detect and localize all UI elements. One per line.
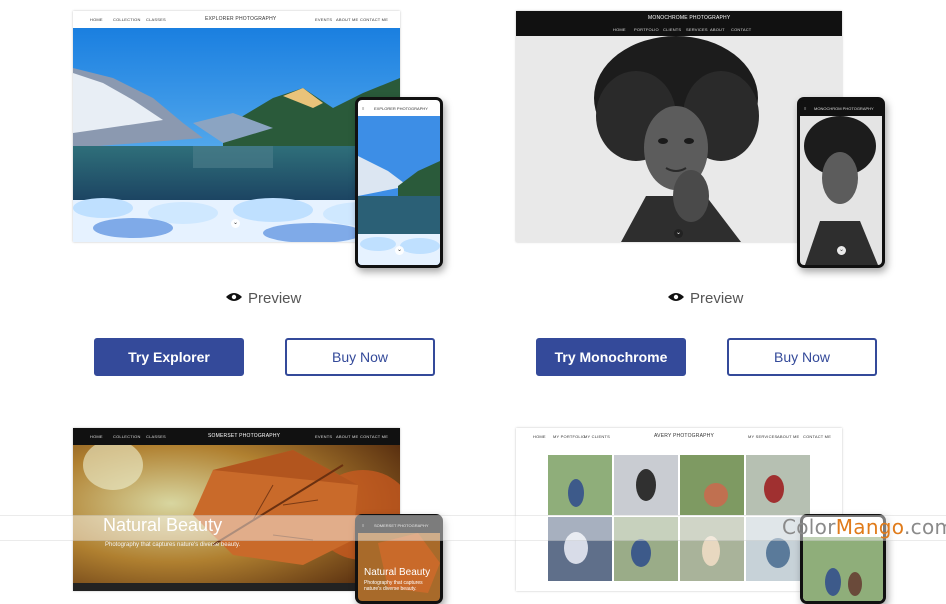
chevron-down-icon[interactable]: ⌄ (674, 229, 683, 238)
explorer-phone-mockup: ≡ EXPLORER PHOTOGRAPHY ⌄ (355, 97, 443, 268)
chevron-down-icon[interactable]: ⌄ (395, 246, 404, 255)
eye-icon (668, 293, 684, 301)
monochrome-desktop-nav: MONOCHROME PHOTOGRAPHY HOME PORTFOLIO CL… (516, 11, 842, 36)
try-explorer-button[interactable]: Try Explorer (94, 338, 244, 376)
explorer-phone-screen: ≡ EXPLORER PHOTOGRAPHY ⌄ (358, 100, 440, 265)
watermark-part3: .com (904, 515, 946, 539)
nav-item: HOME (613, 27, 626, 32)
preview-label: Preview (248, 290, 302, 307)
nav-item: CONTACT (731, 27, 752, 32)
nav-item: ABOUT ME (336, 17, 359, 22)
somerset-phone-tagline: Photography that captures nature's diver… (364, 580, 423, 592)
monochrome-phone-brand: MONOCHROM PHOTOGRAPHY (814, 106, 874, 111)
nav-item: COLLECTION (113, 17, 141, 22)
eye-icon (226, 293, 242, 301)
nav-item: CONTACT ME (360, 434, 389, 439)
nav-item: EVENTS (315, 434, 333, 439)
colormango-watermark: ColorMango.com (782, 515, 946, 541)
nav-item: ABOUT (710, 27, 725, 32)
monochrome-phone-bar: ≡ MONOCHROM PHOTOGRAPHY (800, 100, 882, 116)
menu-icon[interactable]: ≡ (362, 106, 364, 111)
phone-family-photo (803, 537, 883, 601)
nav-item: PORTFOLIO (634, 27, 659, 32)
nav-item: EVENTS (315, 17, 333, 22)
nav-item: ABOUT ME (777, 434, 800, 439)
explorer-preview-link[interactable]: Preview (226, 290, 316, 310)
watermark-part2: Mango (835, 515, 904, 539)
menu-icon[interactable]: ≡ (804, 106, 806, 111)
somerset-desktop-nav: HOME COLLECTION CLASSES SOMERSET PHOTOGR… (73, 428, 400, 445)
nav-item: CLASSES (146, 17, 166, 22)
nav-item: ABOUT ME (336, 434, 359, 439)
explorer-desktop-mockup: HOME COLLECTION CLASSES EXPLORER PHOTOGR… (73, 11, 400, 242)
buy-monochrome-button[interactable]: Buy Now (727, 338, 877, 376)
chevron-down-icon[interactable]: ⌄ (231, 219, 240, 228)
avery-brand: AVERY PHOTOGRAPHY (654, 433, 714, 439)
avery-desktop-nav: HOME MY PORTFOLIO MY CLIENTS AVERY PHOTO… (516, 428, 842, 445)
nav-item: SERVICES (686, 27, 708, 32)
nav-item: MY SERVICES (748, 434, 778, 439)
phone-portrait-photo (800, 116, 882, 265)
avery-desktop-mockup: HOME MY PORTFOLIO MY CLIENTS AVERY PHOTO… (516, 428, 842, 591)
monochrome-brand: MONOCHROME PHOTOGRAPHY (648, 15, 731, 21)
explorer-brand: EXPLORER PHOTOGRAPHY (205, 16, 277, 22)
preview-label: Preview (690, 290, 744, 307)
explorer-phone-bar: ≡ EXPLORER PHOTOGRAPHY (358, 100, 440, 116)
nav-item: CONTACT ME (360, 17, 389, 22)
explorer-phone-brand: EXPLORER PHOTOGRAPHY (374, 106, 428, 111)
portrait-photo (516, 36, 842, 242)
chevron-down-icon[interactable]: ⌄ (837, 246, 846, 255)
somerset-desktop-mockup: HOME COLLECTION CLASSES SOMERSET PHOTOGR… (73, 428, 400, 591)
somerset-brand: SOMERSET PHOTOGRAPHY (208, 433, 281, 439)
monochrome-desktop-mockup: MONOCHROME PHOTOGRAPHY HOME PORTFOLIO CL… (516, 11, 842, 242)
monochrome-phone-screen: ≡ MONOCHROM PHOTOGRAPHY ⌄ (800, 100, 882, 265)
nav-item: MY PORTFOLIO (553, 434, 586, 439)
nav-item: MY CLIENTS (584, 434, 610, 439)
nav-item: HOME (90, 17, 103, 22)
buy-explorer-button[interactable]: Buy Now (285, 338, 435, 376)
nav-item: COLLECTION (113, 434, 141, 439)
nav-item: CLIENTS (663, 27, 682, 32)
watermark-part1: Color (782, 515, 836, 539)
somerset-phone-headline: Natural Beauty (364, 567, 431, 578)
phone-lake-photo (358, 116, 440, 265)
nav-item: HOME (90, 434, 103, 439)
explorer-desktop-nav: HOME COLLECTION CLASSES EXPLORER PHOTOGR… (73, 11, 400, 28)
nav-item: CLASSES (146, 434, 166, 439)
nav-item: CONTACT ME (803, 434, 832, 439)
monochrome-preview-link[interactable]: Preview (668, 290, 758, 310)
nav-item: HOME (533, 434, 546, 439)
lake-mountain-photo (73, 28, 400, 242)
try-monochrome-button[interactable]: Try Monochrome (536, 338, 686, 376)
monochrome-phone-mockup: ≡ MONOCHROM PHOTOGRAPHY ⌄ (797, 97, 885, 268)
somerset-hero-tagline: Photography that captures nature's diver… (105, 542, 241, 548)
